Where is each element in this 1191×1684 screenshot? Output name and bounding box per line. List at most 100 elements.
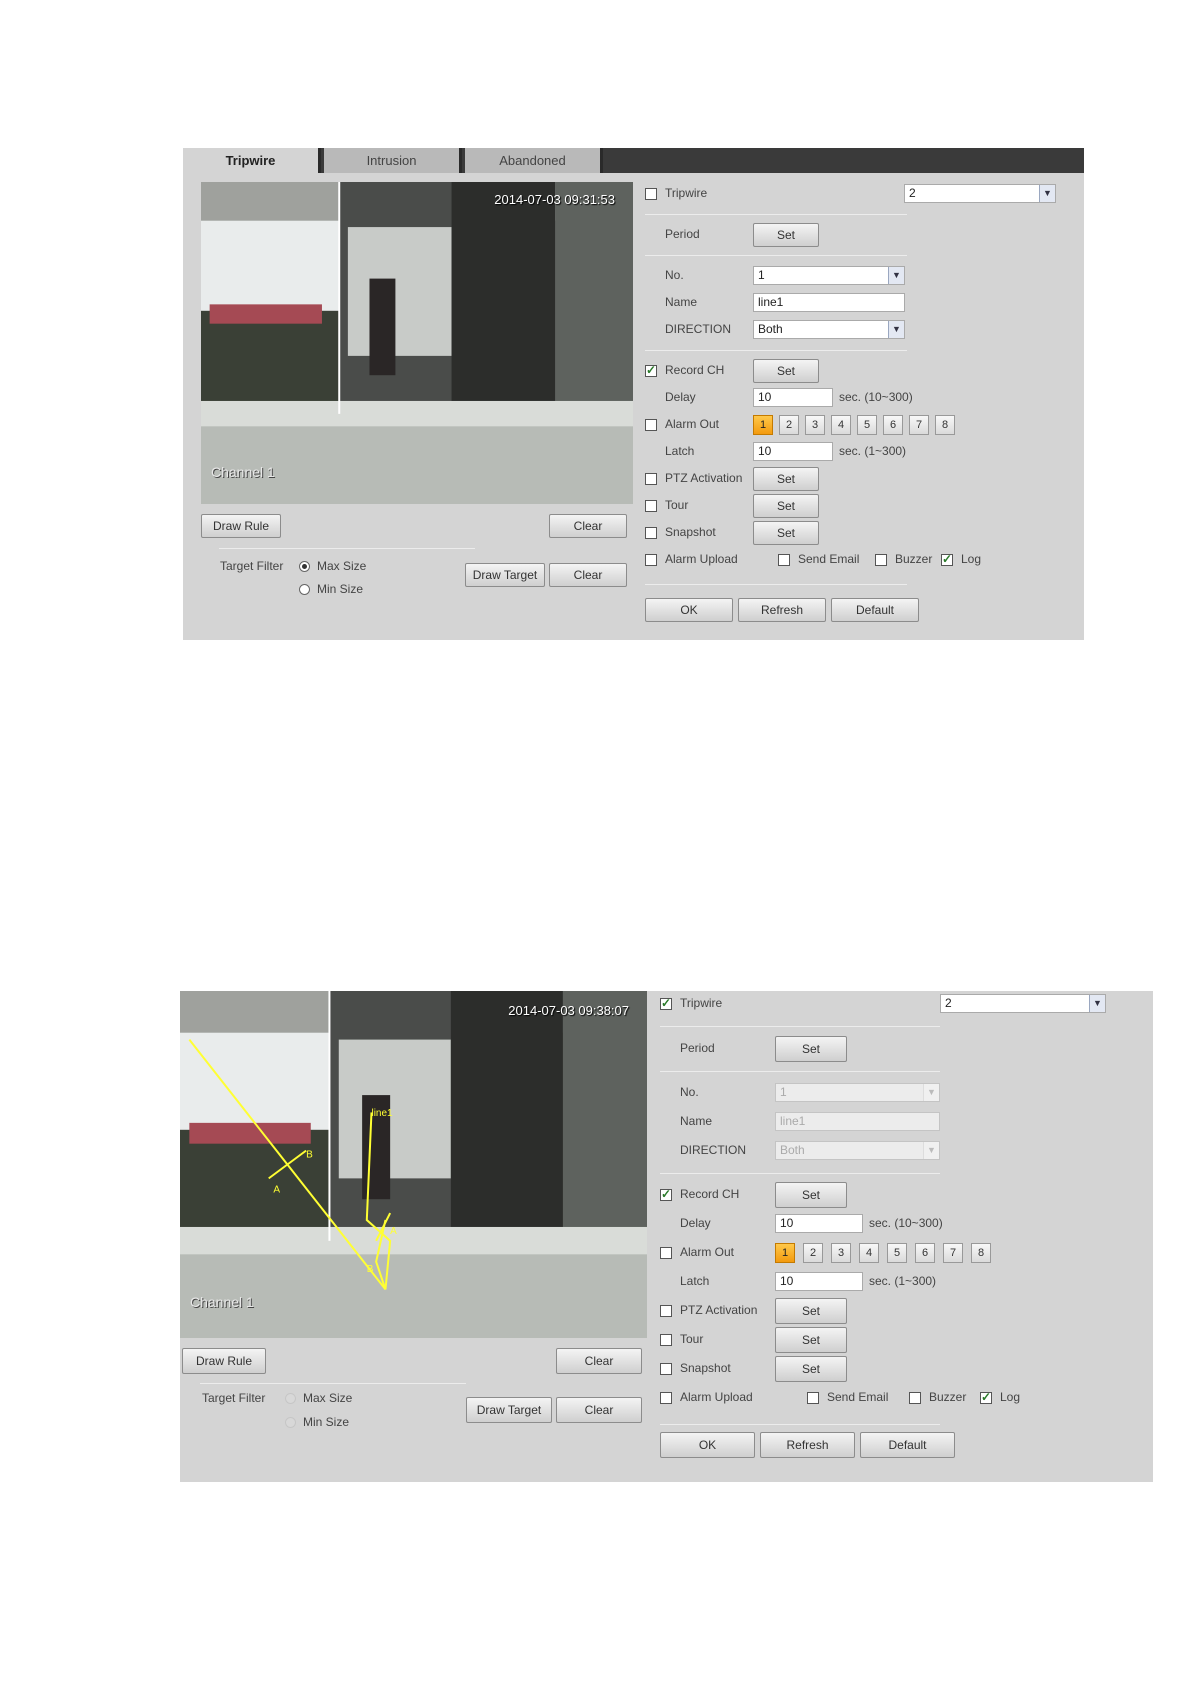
refresh-button[interactable]: Refresh: [760, 1432, 855, 1458]
chevron-down-icon[interactable]: ▼: [888, 267, 904, 284]
alarm-out-3-button[interactable]: 3: [805, 415, 825, 435]
refresh-button[interactable]: Refresh: [738, 598, 826, 622]
rule-name-field-value: line1: [758, 295, 784, 309]
alarm-out-2-button[interactable]: 2: [803, 1243, 823, 1263]
draw-target-button[interactable]: Draw Target: [465, 563, 545, 587]
tab-intrusion[interactable]: Intrusion: [324, 148, 462, 173]
min-size-radio[interactable]: [285, 1417, 296, 1428]
alarm-out-8-button[interactable]: 8: [935, 415, 955, 435]
alarm-upload-checkbox[interactable]: [660, 1392, 672, 1404]
rule-no-select[interactable]: 1 ▼: [753, 266, 905, 285]
clear-target-button[interactable]: Clear: [549, 563, 627, 587]
screenshot-tripwire-config: Tripwire Intrusion Abandoned 2014-07-03 …: [183, 148, 1084, 640]
buzzer-checkbox[interactable]: [909, 1392, 921, 1404]
channel-select-value: 2: [945, 996, 952, 1010]
rule-label: A: [273, 1184, 280, 1195]
ok-button[interactable]: OK: [645, 598, 733, 622]
snapshot-checkbox[interactable]: [645, 527, 657, 539]
video-preview[interactable]: line1 A B A B 2014-07-03 09:38:07 Channel 1: [180, 991, 647, 1338]
rule-name-field[interactable]: line1: [753, 293, 905, 312]
tour-set-button[interactable]: Set: [775, 1327, 847, 1353]
send-email-checkbox[interactable]: [807, 1392, 819, 1404]
latch-label: Latch: [680, 1274, 710, 1288]
alarm-out-4-button[interactable]: 4: [831, 415, 851, 435]
tour-checkbox[interactable]: [660, 1334, 672, 1346]
ptz-activation-set-button[interactable]: Set: [775, 1298, 847, 1324]
log-label: Log: [961, 552, 982, 566]
max-size-radio[interactable]: [299, 561, 310, 572]
direction-select[interactable]: Both ▼: [775, 1141, 940, 1160]
alarm-out-label: Alarm Out: [665, 417, 720, 431]
max-size-radio[interactable]: [285, 1393, 296, 1404]
chevron-down-icon[interactable]: ▼: [1089, 995, 1105, 1012]
tour-checkbox[interactable]: [645, 500, 657, 512]
alarm-out-7-button[interactable]: 7: [943, 1243, 963, 1263]
snapshot-set-button[interactable]: Set: [775, 1356, 847, 1382]
latch-field[interactable]: 10: [753, 442, 833, 461]
chevron-down-icon[interactable]: ▼: [888, 321, 904, 338]
tab-abandoned[interactable]: Abandoned: [465, 148, 603, 173]
tripwire-enable-checkbox[interactable]: [660, 996, 672, 1010]
draw-target-button[interactable]: Draw Target: [466, 1397, 552, 1423]
alarm-out-checkbox[interactable]: [660, 1247, 672, 1259]
rule-no-select[interactable]: 1 ▼: [775, 1083, 940, 1102]
ok-button[interactable]: OK: [660, 1432, 755, 1458]
alarm-out-8-button[interactable]: 8: [971, 1243, 991, 1263]
tripwire-enable-checkbox[interactable]: [645, 188, 657, 200]
min-size-radio[interactable]: [299, 584, 310, 595]
default-button[interactable]: Default: [831, 598, 919, 622]
period-set-button[interactable]: Set: [753, 223, 819, 247]
alarm-out-7-button[interactable]: 7: [909, 415, 929, 435]
channel-select[interactable]: 2 ▼: [904, 184, 1056, 203]
alarm-out-3-button[interactable]: 3: [831, 1243, 851, 1263]
record-ch-checkbox[interactable]: [645, 363, 657, 377]
send-email-checkbox[interactable]: [778, 554, 790, 566]
direction-select[interactable]: Both ▼: [753, 320, 905, 339]
log-checkbox[interactable]: [941, 552, 953, 566]
buzzer-checkbox[interactable]: [875, 554, 887, 566]
record-ch-checkbox[interactable]: [660, 1187, 672, 1201]
divider: [645, 255, 907, 256]
delay-label: Delay: [680, 1216, 711, 1230]
alarm-out-5-button[interactable]: 5: [887, 1243, 907, 1263]
chevron-down-icon[interactable]: ▼: [923, 1142, 939, 1159]
record-ch-set-button[interactable]: Set: [753, 359, 819, 383]
chevron-down-icon[interactable]: ▼: [923, 1084, 939, 1101]
alarm-upload-checkbox[interactable]: [645, 554, 657, 566]
tab-tripwire[interactable]: Tripwire: [183, 148, 321, 173]
max-size-label: Max Size: [303, 1391, 353, 1405]
alarm-out-checkbox[interactable]: [645, 419, 657, 431]
clear-target-button[interactable]: Clear: [556, 1397, 642, 1423]
video-preview[interactable]: 2014-07-03 09:31:53 Channel 1: [201, 182, 633, 504]
alarm-out-5-button[interactable]: 5: [857, 415, 877, 435]
alarm-out-6-button[interactable]: 6: [915, 1243, 935, 1263]
ptz-activation-checkbox[interactable]: [660, 1305, 672, 1317]
log-checkbox[interactable]: [980, 1390, 992, 1404]
record-ch-set-button[interactable]: Set: [775, 1182, 847, 1208]
rule-name-field[interactable]: line1: [775, 1112, 940, 1131]
ptz-activation-set-button[interactable]: Set: [753, 467, 819, 491]
clear-rule-button[interactable]: Clear: [549, 514, 627, 538]
tour-set-button[interactable]: Set: [753, 494, 819, 518]
period-set-button[interactable]: Set: [775, 1036, 847, 1062]
draw-rule-button[interactable]: Draw Rule: [182, 1348, 266, 1374]
draw-rule-button[interactable]: Draw Rule: [201, 514, 281, 538]
alarm-out-1-button[interactable]: 1: [775, 1243, 795, 1263]
default-button[interactable]: Default: [860, 1432, 955, 1458]
channel-select[interactable]: 2 ▼: [940, 994, 1106, 1013]
alarm-out-2-button[interactable]: 2: [779, 415, 799, 435]
rule-label: line1: [371, 1108, 393, 1119]
chevron-down-icon[interactable]: ▼: [1039, 185, 1055, 202]
latch-field[interactable]: 10: [775, 1272, 863, 1291]
snapshot-checkbox[interactable]: [660, 1363, 672, 1375]
delay-field[interactable]: 10: [753, 388, 833, 407]
clear-rule-button[interactable]: Clear: [556, 1348, 642, 1374]
alarm-out-6-button[interactable]: 6: [883, 415, 903, 435]
ptz-activation-checkbox[interactable]: [645, 473, 657, 485]
rule-name-field-value: line1: [780, 1114, 806, 1128]
alarm-out-4-button[interactable]: 4: [859, 1243, 879, 1263]
alarm-out-1-button[interactable]: 1: [753, 415, 773, 435]
snapshot-set-button[interactable]: Set: [753, 521, 819, 545]
delay-field[interactable]: 10: [775, 1214, 863, 1233]
rule-label: B: [367, 1264, 374, 1275]
